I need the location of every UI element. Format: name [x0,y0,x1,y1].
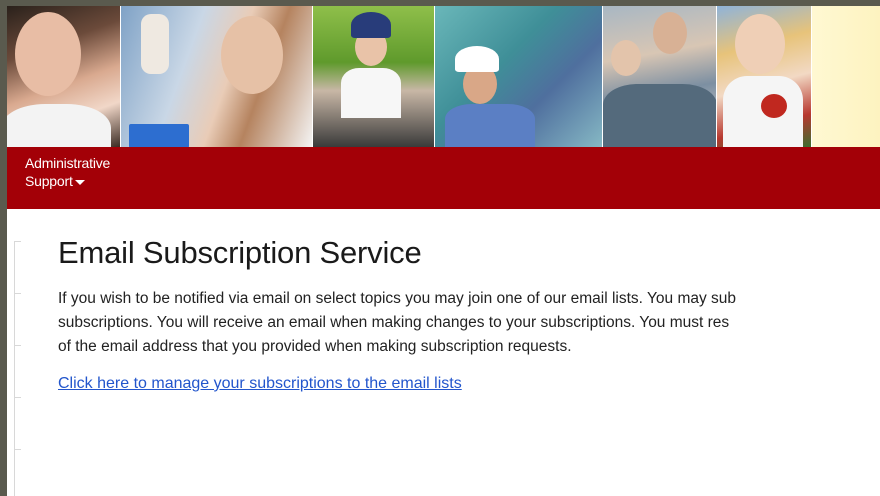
page-frame: Email Subscription Service If you wish t… [7,6,880,496]
caret-down-icon [74,179,85,185]
manage-subscriptions-link[interactable]: Click here to manage your subscriptions … [58,375,462,393]
nav-item-administrative-support[interactable]: Administrative Support [25,154,110,190]
page-title: Email Subscription Service [58,235,422,270]
senior-couple-photo [603,6,717,147]
intro-line: If you wish to be notified via email on … [58,290,737,307]
nav-item-label-line2: Support [25,173,73,189]
main-navigation-bar [7,147,880,209]
intro-line: of the email address that you provided w… [58,338,572,355]
intro-paragraph: If you wish to be notified via email on … [58,287,880,359]
side-rail [14,241,21,496]
nav-item-label-line1: Administrative [25,155,111,171]
banner-background [812,6,880,147]
main-content: Email Subscription Service If you wish t… [58,233,880,393]
smiling-woman-photo [7,6,121,147]
woman-with-produce-photo [717,6,812,147]
header-banner [7,6,880,147]
lab-scientist-photo [121,6,313,147]
engineer-hardhat-photo [435,6,603,147]
intro-line: subscriptions. You will receive an email… [58,314,730,331]
cyclist-photo [313,6,435,147]
